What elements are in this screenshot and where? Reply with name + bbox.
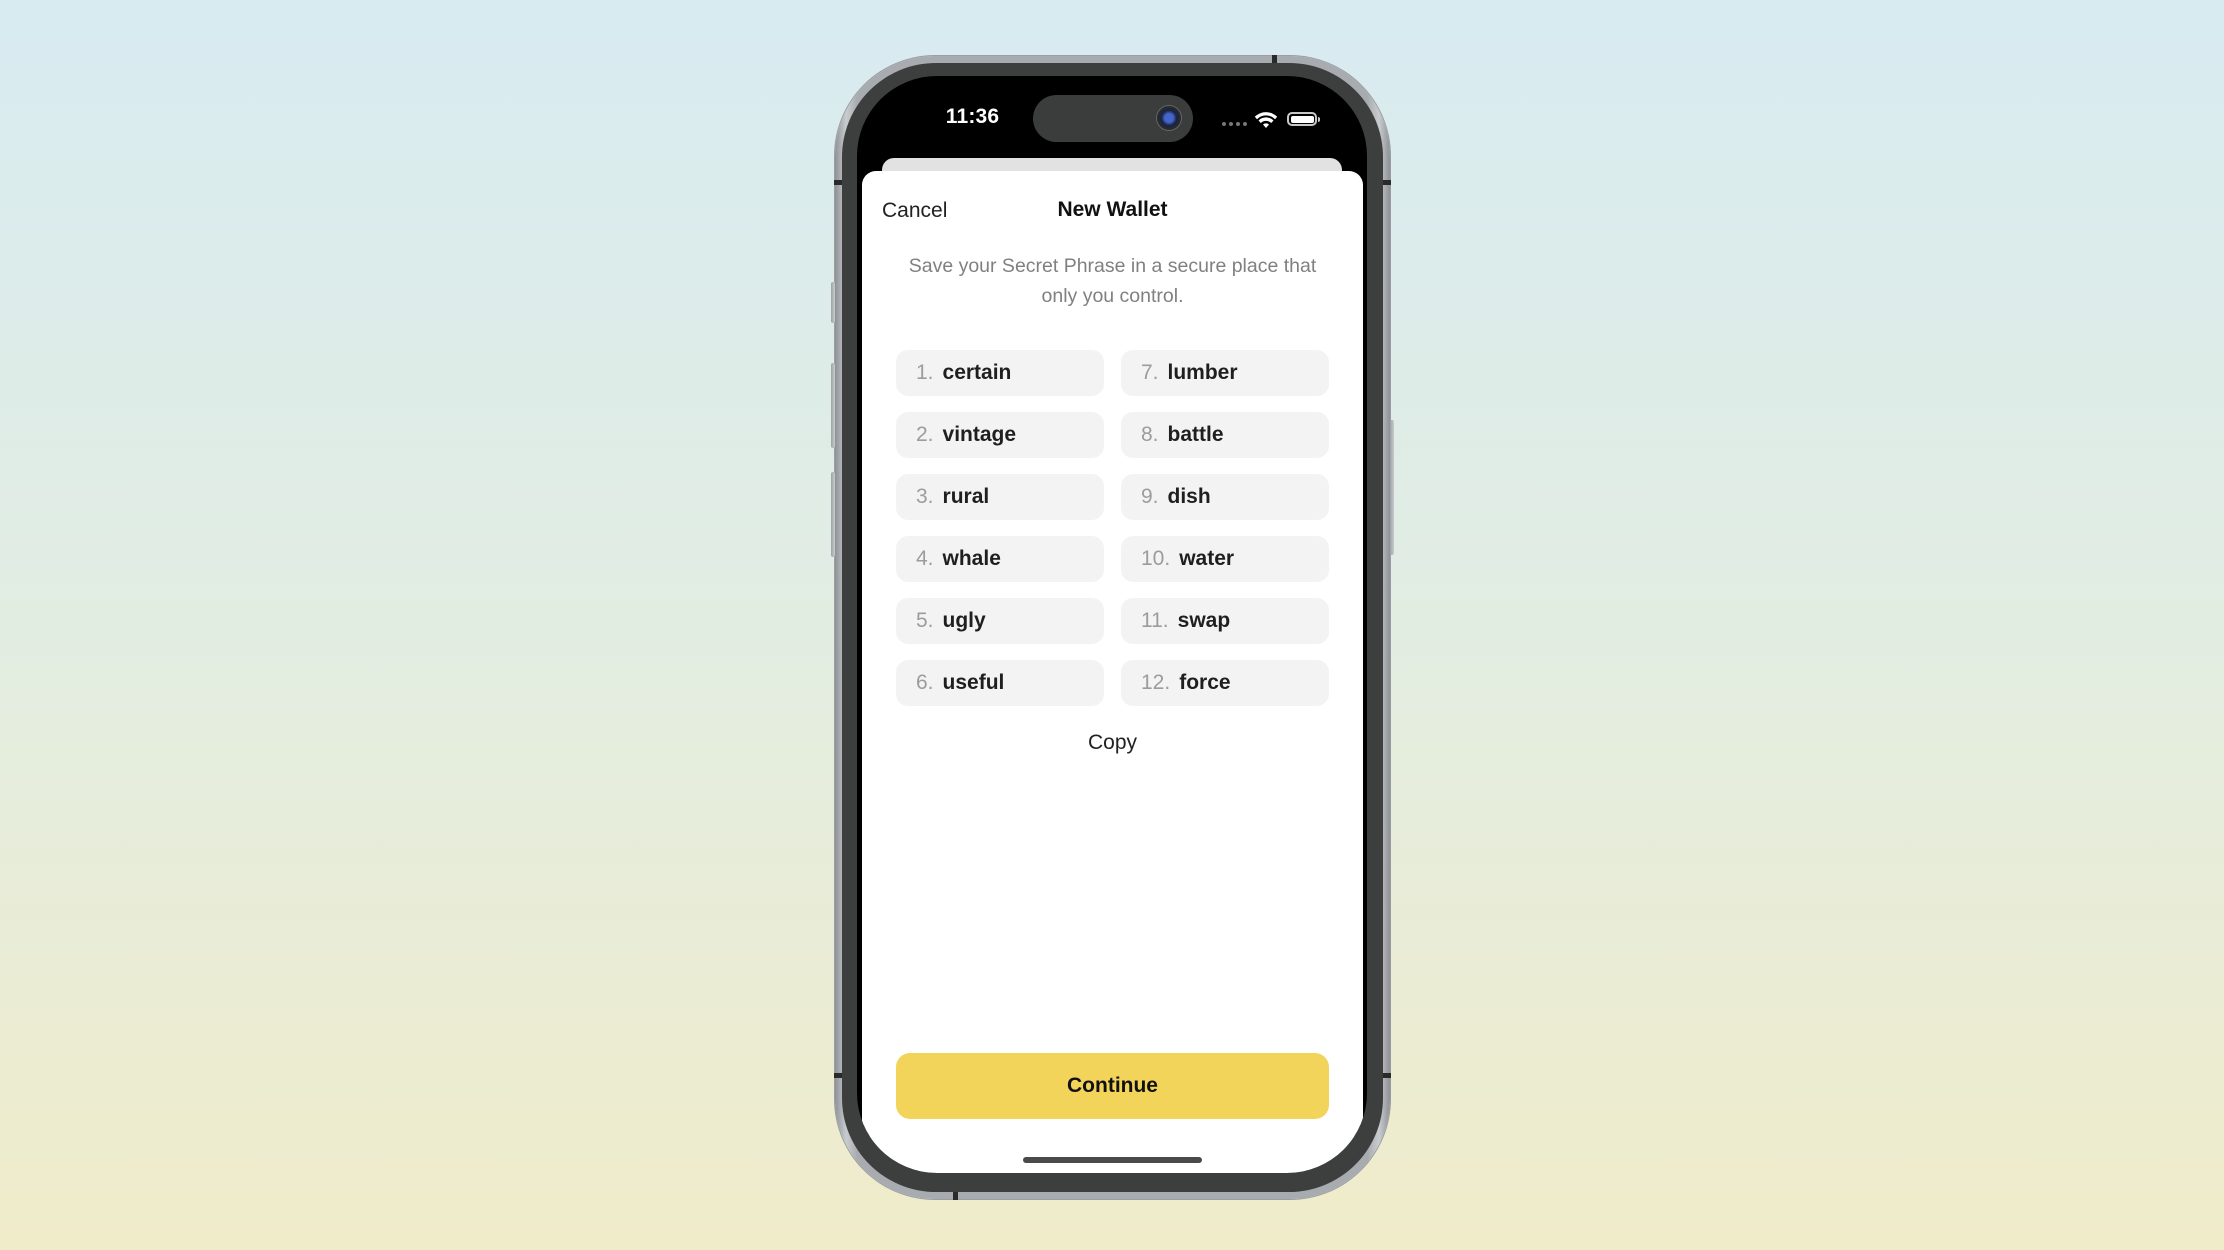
word-number: 2. — [916, 423, 934, 446]
phrase-word: 2. vintage — [896, 412, 1104, 458]
phrase-word: 7. lumber — [1121, 350, 1329, 396]
phrase-word: 10. water — [1121, 536, 1329, 582]
phrase-word: 1. certain — [896, 350, 1104, 396]
antenna-band — [1382, 1073, 1391, 1078]
word-number: 10. — [1141, 547, 1171, 570]
word-number: 9. — [1141, 485, 1159, 508]
word-text: ugly — [942, 609, 986, 632]
word-text: water — [1179, 547, 1235, 570]
word-text: certain — [942, 361, 1012, 384]
volume-down-button — [831, 472, 835, 557]
copy-button[interactable]: Copy — [1088, 731, 1137, 754]
phone-frame: 11:36 Cancel New Wallet Save your Secret… — [831, 55, 1394, 1200]
word-text: battle — [1167, 423, 1224, 446]
dynamic-island — [1033, 95, 1193, 142]
mute-switch — [831, 282, 835, 323]
word-text: vintage — [942, 423, 1017, 446]
word-text: dish — [1167, 485, 1211, 508]
new-wallet-sheet: Cancel New Wallet Save your Secret Phras… — [862, 171, 1363, 1173]
phrase-word: 11. swap — [1121, 598, 1329, 644]
home-indicator[interactable] — [1023, 1157, 1202, 1163]
phrase-word: 3. rural — [896, 474, 1104, 520]
word-number: 4. — [916, 547, 934, 570]
word-text: rural — [942, 485, 990, 508]
camera-icon — [1157, 106, 1181, 130]
phrase-word: 4. whale — [896, 536, 1104, 582]
word-number: 8. — [1141, 423, 1159, 446]
word-text: useful — [942, 671, 1005, 694]
word-number: 11. — [1141, 609, 1169, 632]
word-text: whale — [942, 547, 1001, 570]
phrase-word: 9. dish — [1121, 474, 1329, 520]
word-text: force — [1179, 671, 1231, 694]
phrase-word: 6. useful — [896, 660, 1104, 706]
word-text: swap — [1177, 609, 1231, 632]
antenna-band — [953, 1191, 958, 1200]
wifi-icon — [1254, 112, 1278, 128]
word-number: 1. — [916, 361, 934, 384]
volume-up-button — [831, 363, 835, 448]
power-button — [1390, 420, 1394, 555]
screen: 11:36 Cancel New Wallet Save your Secret… — [857, 76, 1367, 1173]
page-title: New Wallet — [1057, 198, 1168, 221]
word-number: 3. — [916, 485, 934, 508]
word-number: 12. — [1141, 671, 1171, 694]
phrase-word: 12. force — [1121, 660, 1329, 706]
word-text: lumber — [1167, 361, 1238, 384]
secret-phrase-grid: 1. certain 2. vintage 3. rural 4. whale 5. ug… — [896, 350, 1329, 706]
continue-button[interactable]: Continue — [896, 1053, 1329, 1119]
battery-icon — [1287, 112, 1320, 126]
word-number: 5. — [916, 609, 934, 632]
word-number: 6. — [916, 671, 934, 694]
word-number: 7. — [1141, 361, 1159, 384]
phrase-word: 8. battle — [1121, 412, 1329, 458]
cellular-dots-icon — [1222, 122, 1247, 126]
status-time: 11:36 — [945, 105, 1000, 128]
instruction-text: Save your Secret Phrase in a secure plac… — [908, 255, 1317, 307]
copy-row: Copy — [862, 731, 1363, 755]
antenna-band — [1382, 180, 1391, 185]
phrase-word: 5. ugly — [896, 598, 1104, 644]
